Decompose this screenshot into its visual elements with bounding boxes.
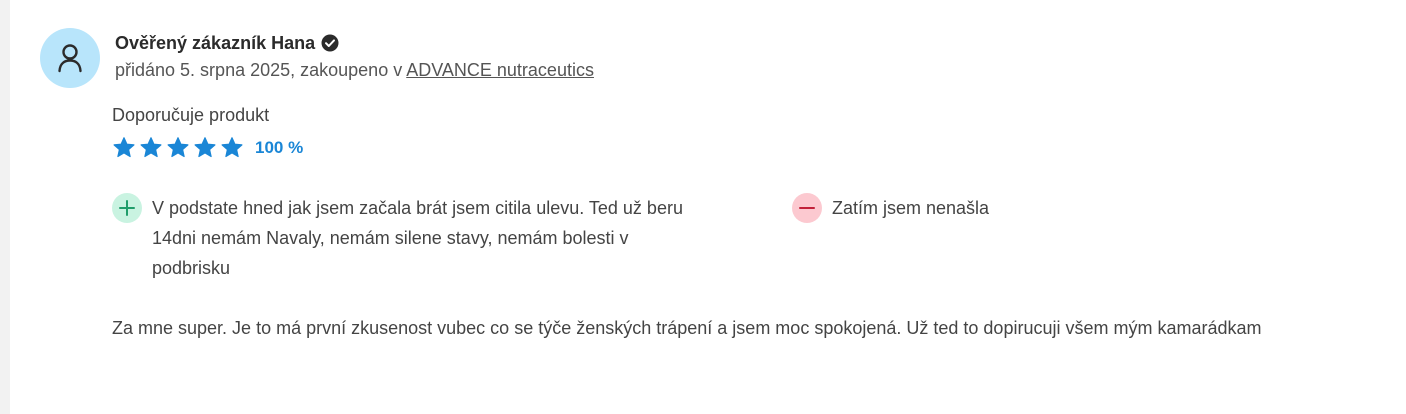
minus-icon — [792, 193, 822, 223]
star-icon — [112, 136, 136, 160]
author-name: Ověřený zákazník Hana — [115, 32, 316, 53]
user-icon — [57, 43, 83, 73]
recommends-label: Doporučuje produkt — [112, 105, 270, 125]
pros-text: V podstate hned jak jsem začala brát jse… — [152, 198, 683, 278]
author-row: Ověřený zákazník Hana — [115, 31, 339, 55]
shop-link[interactable]: ADVANCE nutraceutics — [406, 60, 594, 80]
star-icon — [166, 136, 190, 160]
review-meta: přidáno 5. srpna 2025, zakoupeno v ADVAN… — [115, 60, 594, 81]
plus-icon — [112, 193, 142, 223]
review-text: Za mne super. Je to má první zkusenost v… — [112, 318, 1262, 338]
avatar — [40, 28, 100, 88]
review-date-text: přidáno 5. srpna 2025, zakoupeno v — [115, 60, 407, 80]
pros-section: V podstate hned jak jsem začala brát jse… — [112, 193, 712, 283]
star-icon — [139, 136, 163, 160]
verified-check-icon — [321, 34, 339, 52]
rating-percent: 100 % — [255, 138, 304, 157]
review-card: Ověřený zákazník Hana přidáno 5. srpna 2… — [0, 0, 1406, 414]
cons-text: Zatím jsem nenašla — [832, 198, 990, 218]
rating: 100 % — [112, 134, 303, 162]
star-icon — [193, 136, 217, 160]
cons-section: Zatím jsem nenašla — [792, 193, 989, 223]
star-icon — [220, 136, 244, 160]
